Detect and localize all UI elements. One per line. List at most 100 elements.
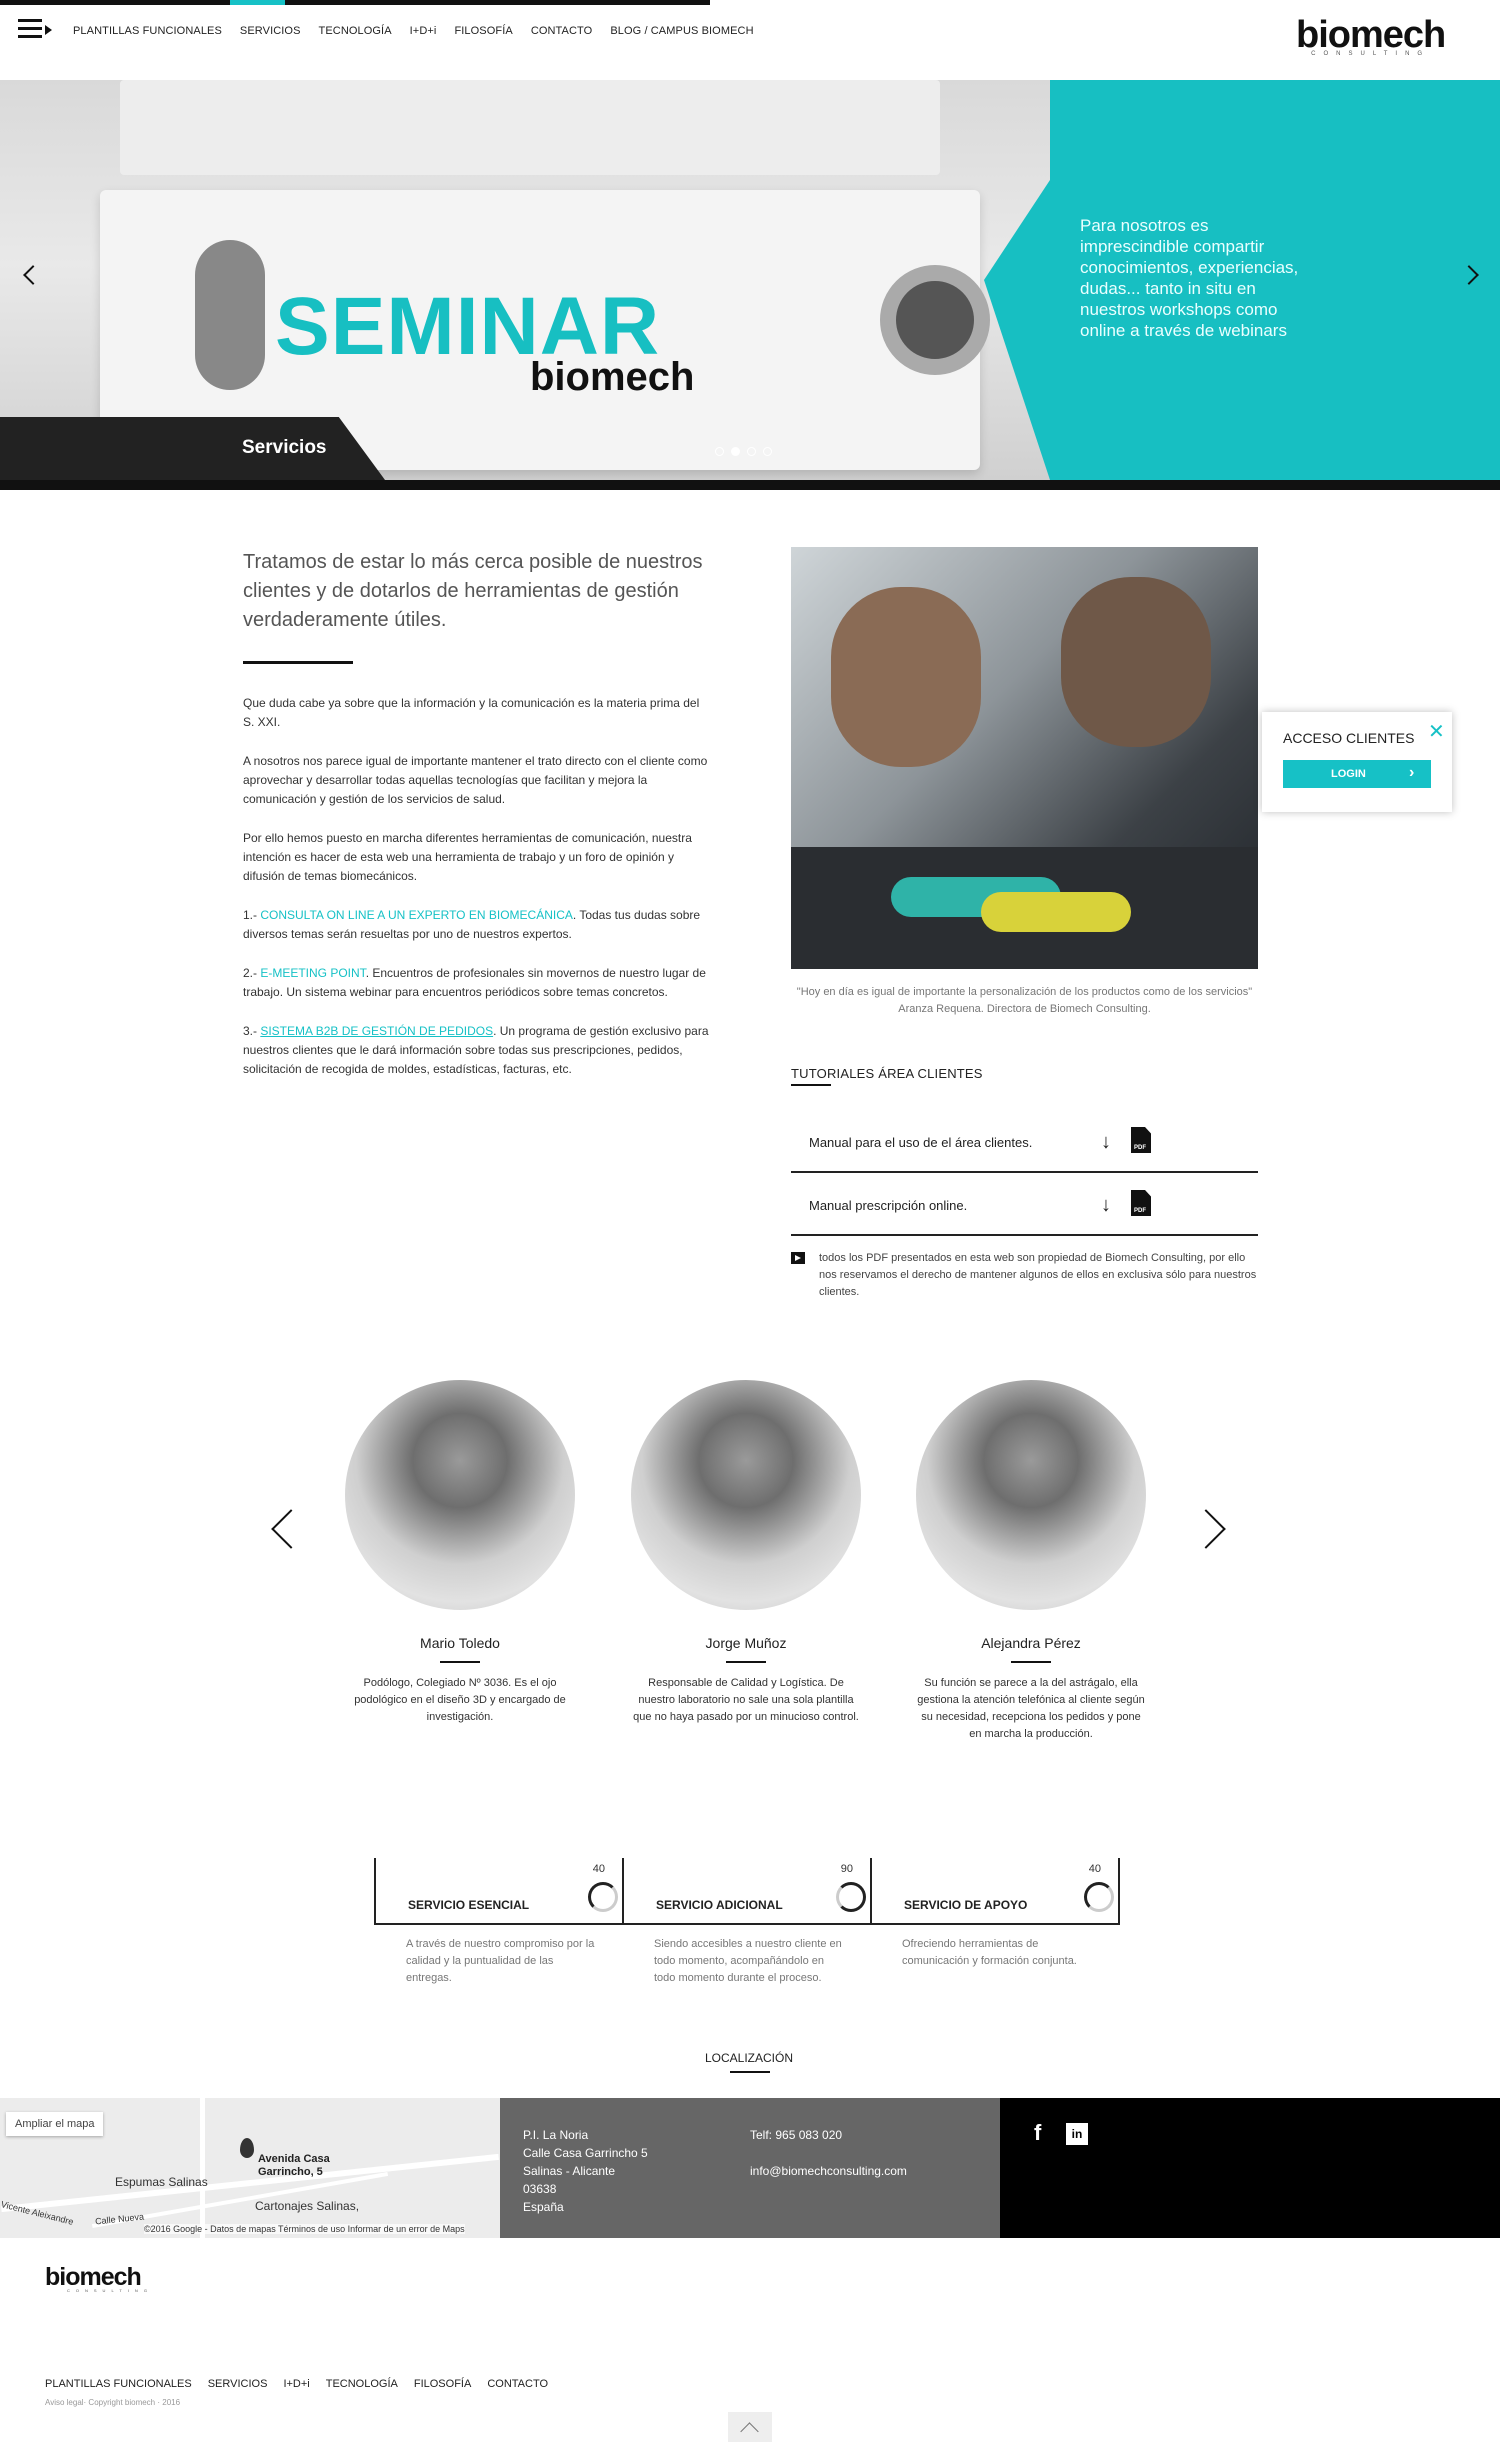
map-footer: ©2016 Google - Datos de mapas Términos d…: [144, 2224, 465, 2234]
nav-item-servicios[interactable]: SERVICIOS: [240, 25, 301, 37]
copyright: Aviso legal· Copyright biomech · 2016: [45, 2398, 181, 2407]
service-description: A través de nuestro compromiso por la ca…: [406, 1938, 595, 1984]
team-next-arrow-icon[interactable]: [1186, 1509, 1226, 1549]
photo-quote: "Hoy en día es igual de importante la pe…: [791, 984, 1258, 1018]
photo-insole-yellow: [981, 892, 1131, 932]
map-label: Cartonajes Salinas,: [255, 2199, 360, 2213]
hero-dot-1[interactable]: [715, 447, 724, 456]
member-rule: [1011, 1661, 1051, 1663]
hero-dot-3[interactable]: [747, 447, 756, 456]
phone[interactable]: Telf: 965 083 020: [750, 2126, 907, 2144]
client-login-popup: ACCESO CLIENTES ✕ LOGIN ›: [1262, 712, 1452, 812]
footer-nav-servicios[interactable]: SERVICIOS: [208, 2378, 268, 2390]
note-text: todos los PDF presentados en esta web so…: [819, 1252, 1257, 1298]
hero-pagination: [715, 447, 772, 456]
contact-block: Telf: 965 083 020 info@biomechconsulting…: [750, 2126, 907, 2198]
intro-section: Tratamos de estar lo más cerca posible d…: [243, 548, 713, 1099]
site-header: PLANTILLAS FUNCIONALES SERVICIOS TECNOLO…: [0, 0, 1500, 80]
link-sistema-b2b[interactable]: SISTEMA B2B DE GESTIÓN DE PEDIDOS: [260, 1024, 493, 1038]
team-prev-arrow-icon[interactable]: [271, 1509, 311, 1549]
download-arrow-icon[interactable]: ↓: [1101, 1131, 1111, 1154]
avatar: [631, 1380, 861, 1610]
email-link[interactable]: info@biomechconsulting.com: [750, 2162, 907, 2180]
menu-icon[interactable]: [18, 19, 52, 41]
nav-item-plantillas[interactable]: PLANTILLAS FUNCIONALES: [73, 25, 222, 37]
active-nav-indicator: [230, 0, 285, 5]
pdf-icon[interactable]: PDF: [1131, 1127, 1151, 1153]
popup-title: ACCESO CLIENTES: [1283, 730, 1415, 746]
avatar: [916, 1380, 1146, 1610]
location-map[interactable]: Ampliar el mapa Avenida Casa Garrincho, …: [0, 2098, 500, 2238]
footer-nav-plantillas[interactable]: PLANTILLAS FUNCIONALES: [45, 2378, 192, 2390]
intro-rule: [243, 661, 353, 664]
progress-ring: [1084, 1882, 1114, 1912]
login-button[interactable]: LOGIN ›: [1283, 760, 1431, 788]
site-logo[interactable]: biomech CONSULTING: [1296, 14, 1446, 57]
tutorial-row-2[interactable]: Manual prescripción online. ↓ PDF: [791, 1174, 1258, 1236]
hero-dot-4[interactable]: [763, 447, 772, 456]
team-member-3: Alejandra Pérez Su función se parece a l…: [916, 1380, 1146, 1743]
header-top-bar: [0, 0, 710, 5]
avatar: [345, 1380, 575, 1610]
service-description: Ofreciendo herramientas de comunicación …: [902, 1938, 1077, 1967]
pdf-label: PDF: [1134, 1145, 1146, 1151]
link-consulta-online[interactable]: CONSULTA ON LINE A UN EXPERTO EN BIOMECÁ…: [260, 908, 573, 922]
hero-dot-2[interactable]: [731, 447, 740, 456]
footer-logo[interactable]: biomech CONSULTING: [45, 2263, 153, 2293]
facebook-icon[interactable]: f: [1034, 2120, 1041, 2146]
member-description: Su función se parece a la del astrágalo,…: [917, 1677, 1145, 1740]
linkedin-icon[interactable]: in: [1066, 2123, 1088, 2145]
service-label: SERVICIO ESENCIAL: [408, 1898, 530, 1912]
nav-item-blog[interactable]: BLOG / CAMPUS BIOMECH: [610, 25, 753, 37]
hero-bottom-bar: [0, 480, 1500, 490]
footer-nav-idi[interactable]: I+D+i: [283, 2378, 309, 2390]
member-name: Jorge Muñoz: [705, 1635, 787, 1651]
nav-item-contacto[interactable]: CONTACTO: [531, 25, 593, 37]
address-block: P.I. La Noria Calle Casa Garrincho 5 Sal…: [523, 2126, 648, 2216]
logo-sub: CONSULTING: [1311, 51, 1431, 57]
tutorials-rule: [791, 1084, 831, 1086]
intro-item-2: 2.- E-MEETING POINT. Encuentros de profe…: [243, 964, 713, 1002]
binder-ring: [880, 265, 990, 375]
login-button-label: LOGIN: [1331, 768, 1366, 780]
footer-nav: PLANTILLAS FUNCIONALES SERVICIOS I+D+i T…: [45, 2378, 564, 2390]
item-number: 2.-: [243, 966, 261, 980]
pdf-icon[interactable]: PDF: [1131, 1190, 1151, 1216]
address-line: España: [523, 2200, 564, 2214]
photo-person-woman: [831, 587, 981, 767]
nav-item-filosofia[interactable]: FILOSOFÍA: [454, 25, 512, 37]
progress-ring: [836, 1882, 866, 1912]
footer-nav-filosofia[interactable]: FILOSOFÍA: [414, 2378, 471, 2390]
hero-caption: Servicios: [0, 417, 385, 480]
hero-binder-top: [120, 80, 940, 175]
tutorial-label: Manual prescripción online.: [809, 1198, 968, 1213]
nav-item-tecnologia[interactable]: TECNOLOGÍA: [319, 25, 392, 37]
location-rule: [730, 2071, 770, 2073]
map-pin-icon[interactable]: [240, 2138, 254, 2158]
intro-lead: Tratamos de estar lo más cerca posible d…: [243, 551, 703, 631]
intro-paragraph-3: Por ello hemos puesto en marcha diferent…: [243, 831, 692, 883]
address-line: Calle Casa Garrincho 5: [523, 2146, 648, 2160]
map-label: Espumas Salinas: [115, 2175, 208, 2189]
footer-nav-contacto[interactable]: CONTACTO: [487, 2378, 548, 2390]
pdf-label: PDF: [1134, 1208, 1146, 1214]
service-label: SERVICIO DE APOYO: [904, 1898, 1028, 1912]
close-icon[interactable]: ✕: [1428, 722, 1445, 742]
hero-caption-text: Servicios: [242, 437, 327, 458]
tutorial-row-1[interactable]: Manual para el uso de el área clientes. …: [791, 1111, 1258, 1173]
download-arrow-icon[interactable]: ↓: [1101, 1194, 1111, 1217]
back-to-top-button[interactable]: [728, 2412, 772, 2442]
link-e-meeting[interactable]: E-MEETING POINT: [260, 966, 365, 980]
intro-item-3: 3.- SISTEMA B2B DE GESTIÓN DE PEDIDOS. U…: [243, 1022, 713, 1079]
service-adicional: 90 SERVICIO ADICIONAL: [624, 1858, 872, 1925]
photo-person-man: [1061, 577, 1211, 747]
address-line: P.I. La Noria: [523, 2128, 589, 2142]
nav-item-idi[interactable]: I+D+i: [410, 25, 437, 37]
map-label: Calle Nueva: [94, 2211, 145, 2227]
hero-panel-text: Para nosotros es imprescindible comparti…: [1080, 216, 1299, 340]
address-line: 03638: [523, 2182, 557, 2196]
footprint-illustration: [195, 240, 265, 390]
note-play-icon: [791, 1252, 805, 1264]
footer-nav-tecnologia[interactable]: TECNOLOGÍA: [326, 2378, 398, 2390]
enlarge-map-button[interactable]: Ampliar el mapa: [6, 2112, 104, 2136]
